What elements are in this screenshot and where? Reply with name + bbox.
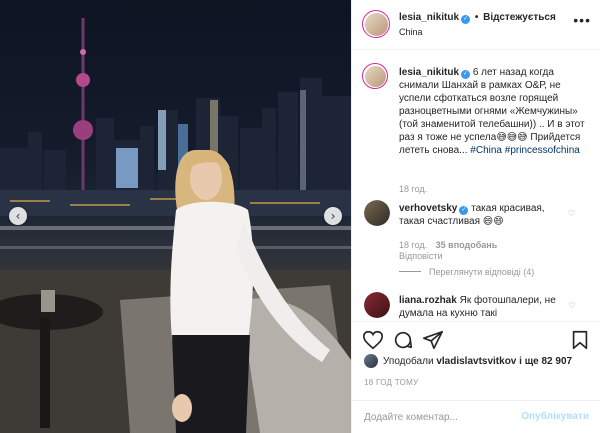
hashtag-princessofchina[interactable]: #princessofchina [505,145,580,156]
verified-badge-icon: ✓ [459,206,469,215]
verified-badge-icon: ✓ [461,15,471,24]
comment-input[interactable] [364,409,514,425]
comment-username[interactable]: liana.rozhak [399,295,457,306]
view-replies-label: Переглянути відповіді (4) [429,267,535,277]
caption-avatar[interactable] [362,63,388,89]
comment-text: verhovetsky ✓ такая красивая, такая счаст… [399,202,564,228]
bookmark-icon[interactable] [569,329,591,351]
liker-username[interactable]: vladislavtsvitkov [436,356,516,367]
dot-separator: • [474,12,479,23]
comment-text: liana.rozhak Як фотошпалери, не думала н… [399,294,564,319]
likes-count[interactable]: і ще 82 907 [519,356,572,367]
more-options-icon[interactable]: ••• [573,12,591,28]
comment-emoji: 😄😄 [482,216,504,227]
following-status-button[interactable]: Відстежується [483,12,556,23]
publish-button[interactable]: Опублікувати [521,411,589,422]
caption-time: 18 год. [399,184,428,194]
post-location[interactable]: China [399,27,423,37]
liker-avatar [364,354,378,368]
comment-username[interactable]: verhovetsky [399,203,457,214]
caption-text: lesia_nikituk ✓ 6 лет назад когда снимали… [399,66,589,157]
author-username[interactable]: lesia_nikituk [399,12,459,23]
comment-icon[interactable] [392,329,414,351]
author-avatar[interactable] [362,10,390,38]
likes-summary: Уподобали vladislavtsvitkov і ще 82 907 [352,352,600,374]
photo-shanghai-night [0,18,351,433]
post-photo: ‹ › [0,0,351,433]
comments-list: lesia_nikituk ✓ 6 лет назад когда снимали… [352,51,600,319]
post-timestamp[interactable]: 18 ГОД ТОМУ [364,378,419,387]
view-replies-button[interactable]: Переглянути відповіді (4) [399,267,534,277]
comment-likes-count[interactable]: 35 вподобань [436,240,498,250]
previous-photo-button[interactable]: ‹ [9,207,27,225]
instagram-post-view: ‹ › lesia_nikituk ✓ • Відстежується China… [0,0,600,433]
like-comment-heart-icon[interactable]: ♡ [568,301,575,310]
heart-icon[interactable] [362,329,384,351]
caption-username[interactable]: lesia_nikituk [399,67,459,78]
comment-time: 18 год. [399,240,428,250]
like-comment-heart-icon[interactable]: ♡ [568,209,575,218]
caption-emoji: 😅😅😅 [496,132,528,143]
likes-prefix: Уподобали [383,356,434,367]
likes-text: Уподобали vladislavtsvitkov і ще 82 907 [383,356,572,367]
share-icon[interactable] [422,329,444,351]
next-photo-button[interactable]: › [324,207,342,225]
reply-button[interactable]: Відповісти [399,251,443,261]
author-line: lesia_nikituk ✓ • Відстежується [399,12,556,24]
divider-line [399,271,421,272]
commenter-avatar[interactable] [364,292,390,318]
comment-meta: 18 год. 35 вподобань [399,240,497,250]
verified-badge-icon: ✓ [461,70,471,79]
add-comment-bar: Опублікувати [352,400,600,433]
post-header: lesia_nikituk ✓ • Відстежується China ••• [352,0,600,50]
hashtag-china[interactable]: #China [470,145,502,156]
post-side-panel: lesia_nikituk ✓ • Відстежується China •••… [351,0,600,433]
commenter-avatar[interactable] [364,200,390,226]
